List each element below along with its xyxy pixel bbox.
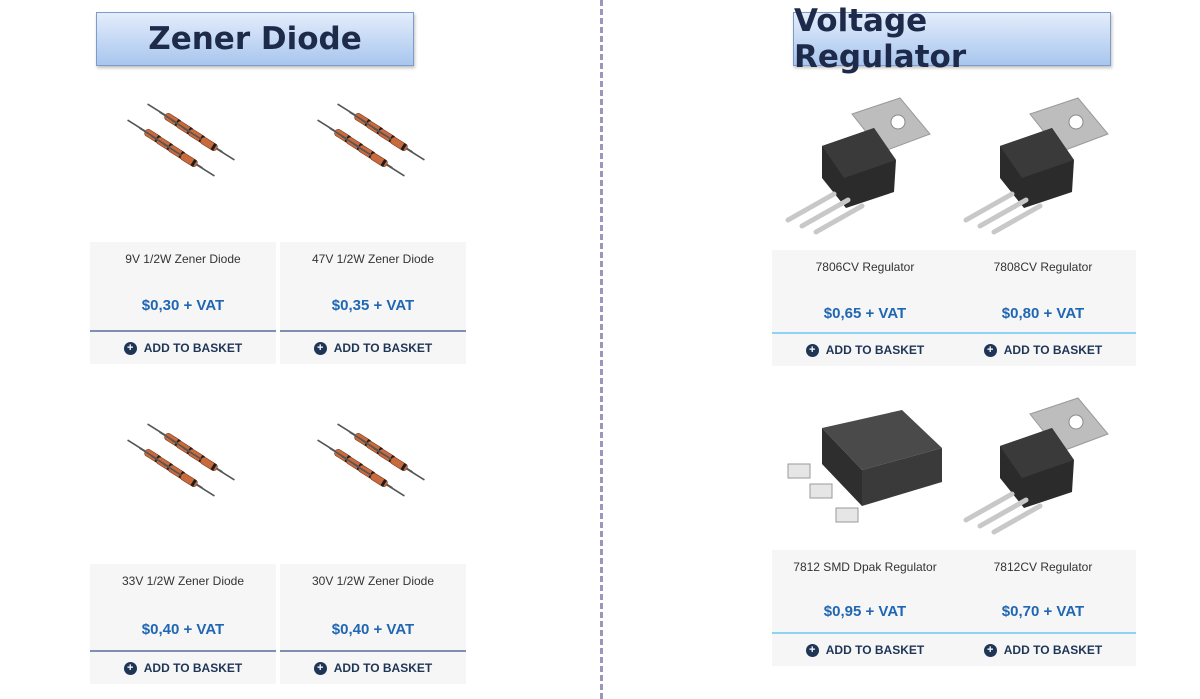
add-to-basket-button[interactable]: + ADD TO BASKET: [950, 634, 1136, 666]
add-to-basket-button[interactable]: + ADD TO BASKET: [280, 652, 466, 684]
add-to-basket-label: ADD TO BASKET: [825, 643, 925, 657]
add-to-basket-label: ADD TO BASKET: [333, 661, 433, 675]
add-to-basket-label: ADD TO BASKET: [143, 661, 243, 675]
section-title-regulator: Voltage Regulator: [793, 3, 1111, 75]
add-to-basket-button[interactable]: + ADD TO BASKET: [772, 334, 958, 366]
product-info: 30V 1/2W Zener Diode $0,40 + VAT: [280, 564, 466, 650]
product-name[interactable]: 7806CV Regulator: [772, 260, 958, 274]
section-divider: [600, 0, 603, 699]
product-info: 7812CV Regulator $0,70 + VAT: [950, 550, 1136, 632]
product-info: 7812 SMD Dpak Regulator $0,95 + VAT: [772, 550, 958, 632]
product-price: $0,35 + VAT: [331, 297, 415, 314]
product-info: 33V 1/2W Zener Diode $0,40 + VAT: [90, 564, 276, 650]
plus-circle-icon: +: [123, 661, 137, 675]
plus-circle-icon: +: [123, 341, 137, 355]
product-info: 7808CV Regulator $0,80 + VAT: [950, 250, 1136, 332]
plus-circle-icon: +: [313, 661, 327, 675]
product-name[interactable]: 9V 1/2W Zener Diode: [90, 252, 276, 266]
section-title-zener: Zener Diode: [96, 12, 414, 66]
product-name[interactable]: 7812 SMD Dpak Regulator: [772, 560, 958, 574]
zener-diodes-image[interactable]: [280, 410, 466, 560]
product-card[interactable]: 7812 SMD Dpak Regulator $0,95 + VAT + AD…: [772, 392, 958, 674]
add-to-basket-button[interactable]: + ADD TO BASKET: [772, 634, 958, 666]
plus-circle-icon: +: [983, 643, 997, 657]
add-to-basket-label: ADD TO BASKET: [333, 341, 433, 355]
to220-regulator-image[interactable]: [772, 88, 958, 248]
product-card[interactable]: 33V 1/2W Zener Diode $0,40 + VAT + ADD T…: [90, 410, 276, 688]
product-price: $0,40 + VAT: [141, 621, 225, 638]
plus-circle-icon: +: [805, 643, 819, 657]
add-to-basket-button[interactable]: + ADD TO BASKET: [950, 334, 1136, 366]
plus-circle-icon: +: [983, 343, 997, 357]
product-name[interactable]: 47V 1/2W Zener Diode: [280, 252, 466, 266]
add-to-basket-label: ADD TO BASKET: [825, 343, 925, 357]
plus-circle-icon: +: [313, 341, 327, 355]
product-price: $0,80 + VAT: [1001, 305, 1085, 322]
add-to-basket-button[interactable]: + ADD TO BASKET: [280, 332, 466, 364]
add-to-basket-button[interactable]: + ADD TO BASKET: [90, 332, 276, 364]
product-price: $0,65 + VAT: [823, 305, 907, 322]
product-name[interactable]: 30V 1/2W Zener Diode: [280, 574, 466, 588]
product-price: $0,70 + VAT: [1001, 603, 1085, 620]
product-card[interactable]: 9V 1/2W Zener Diode $0,30 + VAT + ADD TO…: [90, 90, 276, 368]
product-info: 9V 1/2W Zener Diode $0,30 + VAT: [90, 242, 276, 330]
plus-circle-icon: +: [805, 343, 819, 357]
product-card[interactable]: 7806CV Regulator $0,65 + VAT + ADD TO BA…: [772, 88, 958, 370]
zener-diodes-image[interactable]: [90, 90, 276, 240]
product-price: $0,40 + VAT: [331, 621, 415, 638]
product-price: $0,30 + VAT: [141, 297, 225, 314]
to220-regulator-image[interactable]: [950, 88, 1136, 248]
product-card[interactable]: 7808CV Regulator $0,80 + VAT + ADD TO BA…: [950, 88, 1136, 370]
product-info: 7806CV Regulator $0,65 + VAT: [772, 250, 958, 332]
add-to-basket-label: ADD TO BASKET: [143, 341, 243, 355]
add-to-basket-label: ADD TO BASKET: [1003, 343, 1103, 357]
zener-diodes-image[interactable]: [90, 410, 276, 560]
product-name[interactable]: 33V 1/2W Zener Diode: [90, 574, 276, 588]
add-to-basket-label: ADD TO BASKET: [1003, 643, 1103, 657]
dpak-regulator-image[interactable]: [772, 392, 958, 548]
to220-regulator-image[interactable]: [950, 392, 1136, 548]
product-info: 47V 1/2W Zener Diode $0,35 + VAT: [280, 242, 466, 330]
product-card[interactable]: 47V 1/2W Zener Diode $0,35 + VAT + ADD T…: [280, 90, 466, 368]
zener-diodes-image[interactable]: [280, 90, 466, 240]
product-price: $0,95 + VAT: [823, 603, 907, 620]
add-to-basket-button[interactable]: + ADD TO BASKET: [90, 652, 276, 684]
product-card[interactable]: 7812CV Regulator $0,70 + VAT + ADD TO BA…: [950, 392, 1136, 674]
product-card[interactable]: 30V 1/2W Zener Diode $0,40 + VAT + ADD T…: [280, 410, 466, 688]
product-name[interactable]: 7812CV Regulator: [950, 560, 1136, 574]
product-name[interactable]: 7808CV Regulator: [950, 260, 1136, 274]
